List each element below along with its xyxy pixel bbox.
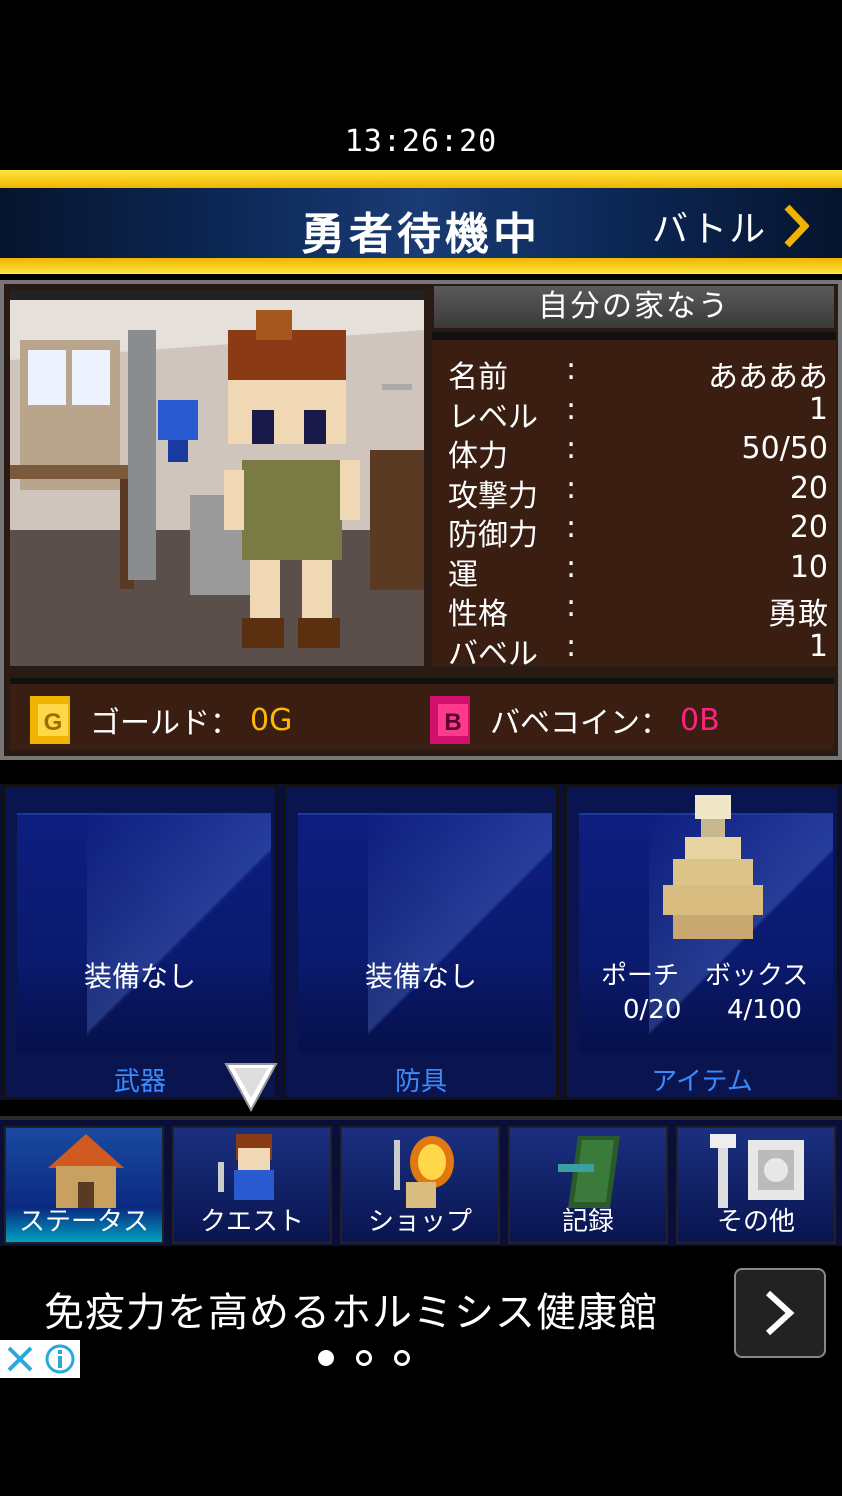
svg-text:B: B [444,709,461,736]
chevron-right-icon [784,204,810,248]
carousel-dots [318,1350,410,1366]
ad-open-button[interactable] [734,1268,826,1358]
battle-label: バトル [652,209,768,250]
stat-row: 防御力: 20 [448,510,828,553]
stat-value: 10 [789,549,828,585]
stat-row: レベル: 1 [448,391,828,435]
gold-label: ゴールド： [90,706,240,741]
carousel-dot[interactable] [356,1350,372,1366]
pouch-label: ポーチ [601,961,680,991]
stat-separator: : [566,470,577,506]
stat-row: 名前: ああああ [448,352,828,395]
stat-key: レベル [448,399,538,435]
stat-separator: : [566,589,577,624]
nav-shop[interactable]: ショップ [340,1126,500,1244]
nav-status[interactable]: ステータス [4,1126,164,1244]
clock: 13:26:20 [344,124,498,159]
nav-records[interactable]: 記録 [508,1126,668,1244]
stat-value: 20 [789,470,828,506]
chevron-right-icon [765,1290,795,1336]
armor-status: 装備なし [364,960,477,993]
tools-icon [710,1134,804,1208]
nav-other-label: その他 [716,1207,795,1237]
battle-button[interactable]: バトル [652,198,822,254]
stat-value: 1 [808,391,828,427]
stat-key: 性格 [448,597,508,632]
stat-separator: : [566,510,577,545]
gold-value: 0G [250,702,293,738]
equipment-panel: 装備なし 武器 装備なし 防具 ポーチ ボックス 0/20 4/100 アイテム [0,784,842,1100]
nav-status-label: ステータス [18,1207,149,1237]
babecoin-icon: B [430,696,470,744]
ad-banner: 免疫力を高めるホルミシス健康館 [0,1250,842,1380]
coin-display: B バベコイン： 0B [424,692,720,748]
carousel-dot[interactable] [394,1350,410,1366]
hero-icon [218,1134,274,1200]
info-icon [45,1344,75,1374]
stat-row: 攻撃力: 20 [448,470,828,514]
svg-text:G: G [44,709,63,736]
stat-row: バベル: 1 [448,628,828,672]
armor-slot[interactable]: 装備なし 防具 [283,784,559,1100]
stat-key: バベル [448,636,538,672]
armor-label: 防具 [394,1067,447,1097]
pouch-count: 0/20 [623,995,682,1025]
box-label: ボックス [705,961,809,991]
stat-separator: : [566,628,577,664]
stat-separator: : [566,549,577,585]
stat-row: 体力: 50/50 [448,431,828,474]
stat-row: 性格: 勇敢 [448,589,828,632]
stat-value: ああああ [708,360,828,395]
info-panel: 自分の家なう 名前: ああああレベル: 1 体力: 50/50 攻撃力: 20 防御力: 20 運… [0,280,842,760]
stat-value: 勇敢 [768,597,828,632]
room-illustration [10,300,424,666]
coin-value: 0B [680,702,720,738]
weapon-slot[interactable]: 装備なし 武器 [2,784,278,1100]
stats-table: 名前: ああああレベル: 1 体力: 50/50 攻撃力: 20 防御力: 20 運: 10 性格: 勇… [432,332,836,672]
nav-other[interactable]: その他 [676,1126,836,1244]
bottom-nav: ステータス クエスト ショップ 記録 その他 [0,1116,842,1246]
close-icon [7,1346,33,1372]
stat-value: 20 [789,510,828,545]
stat-key: 体力 [448,439,508,474]
stat-value: 50/50 [741,431,828,466]
stat-separator: : [566,431,577,466]
stat-key: 名前 [448,360,508,395]
stat-key: 防御力 [448,518,538,553]
character-scene [10,290,424,666]
stat-key: 運 [448,557,478,593]
box-count: 4/100 [727,995,802,1025]
pouch-icon [663,795,763,939]
shop-icon [394,1136,454,1208]
gold-coin-icon: G [30,696,70,744]
item-slot[interactable]: ポーチ ボックス 0/20 4/100 アイテム [564,784,840,1100]
stat-key: 攻撃力 [448,478,538,514]
nav-records-label: 記録 [561,1207,614,1237]
book-icon [558,1136,620,1208]
pointer-arrow-icon [224,1063,278,1112]
coin-label: バベコイン： [490,706,670,741]
stat-row: 運: 10 [448,549,828,593]
stat-separator: : [566,352,577,387]
stat-separator: : [566,391,577,427]
weapon-status: 装備なし [83,960,196,993]
location-label: 自分の家なう [434,286,834,328]
nav-shop-label: ショップ [367,1207,472,1237]
ad-text[interactable]: 免疫力を高めるホルミシス健康館 [44,1280,659,1338]
item-label: アイテム [651,1067,753,1097]
house-icon [48,1134,124,1208]
gold-display: G ゴールド： 0G [24,692,292,748]
nav-quest[interactable]: クエスト [172,1126,332,1244]
stat-value: 1 [808,628,828,664]
ad-close-button[interactable] [0,1340,80,1378]
nav-quest-label: クエスト [199,1207,304,1237]
currency-bar: G ゴールド： 0G B バベコイン： 0B [10,678,834,750]
carousel-dot[interactable] [318,1350,334,1366]
